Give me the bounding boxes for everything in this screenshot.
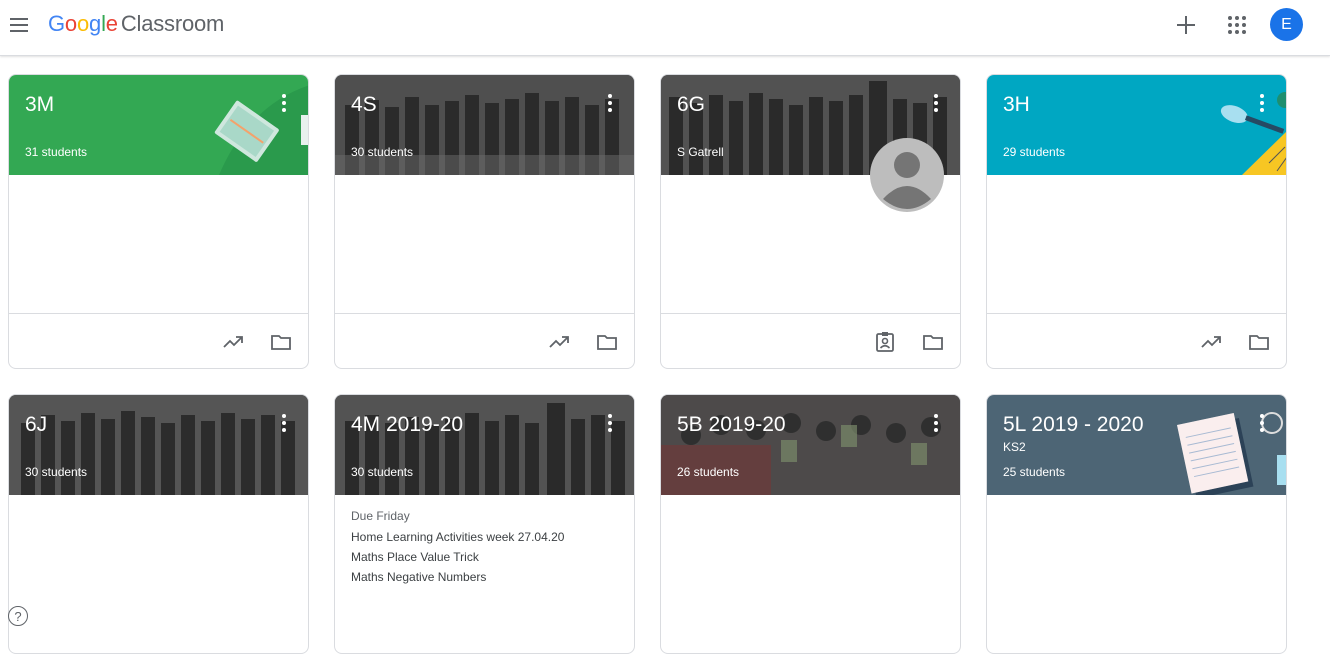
class-title-link[interactable]: 4M 2019-20 bbox=[351, 413, 463, 437]
class-card: 5L 2019 - 2020 KS2 25 students bbox=[986, 394, 1287, 654]
class-options-button[interactable] bbox=[278, 413, 290, 433]
class-teacher-name: S Gatrell bbox=[677, 145, 724, 159]
class-card-body bbox=[335, 175, 634, 313]
class-title-link[interactable]: 4S bbox=[351, 93, 377, 117]
class-student-count: 29 students bbox=[1003, 145, 1066, 159]
class-options-button[interactable] bbox=[1256, 413, 1268, 433]
class-card: 6G S Gatrell bbox=[660, 74, 961, 369]
class-title-link[interactable]: 6J bbox=[25, 413, 47, 437]
google-apps-button[interactable] bbox=[1226, 14, 1248, 36]
books-illustration bbox=[214, 85, 308, 175]
class-title-link[interactable]: 5L 2019 - 2020 bbox=[1003, 413, 1144, 437]
folder-icon[interactable] bbox=[595, 330, 619, 354]
class-options-button[interactable] bbox=[604, 93, 616, 113]
class-card: 4M 2019-20 30 students Due Friday Home L… bbox=[334, 394, 635, 654]
class-card-footer bbox=[661, 313, 960, 368]
class-card-footer bbox=[335, 313, 634, 368]
class-student-count: 30 students bbox=[25, 465, 88, 479]
folder-icon[interactable] bbox=[921, 330, 945, 354]
class-student-count: 25 students bbox=[1003, 465, 1066, 479]
class-card-body: Due Friday Home Learning Activities week… bbox=[335, 495, 634, 633]
account-avatar[interactable]: E bbox=[1270, 8, 1303, 41]
folder-icon[interactable] bbox=[1247, 330, 1271, 354]
class-card-body bbox=[661, 495, 960, 633]
class-card-header[interactable]: 3H 29 students bbox=[987, 75, 1286, 175]
due-date-label: Due Friday bbox=[351, 509, 410, 523]
class-photo-image bbox=[335, 75, 634, 175]
class-card-header[interactable]: 6J 30 students bbox=[9, 395, 308, 495]
trending-up-icon[interactable] bbox=[547, 330, 571, 354]
menu-icon-line bbox=[10, 24, 28, 26]
assignment-link[interactable]: Maths Place Value Trick bbox=[351, 550, 479, 564]
assignment-link[interactable]: Home Learning Activities week 27.04.20 bbox=[351, 530, 564, 544]
class-card-body bbox=[9, 175, 308, 313]
product-name: Classroom bbox=[120, 11, 225, 36]
student-work-icon[interactable] bbox=[873, 330, 897, 354]
assignment-link[interactable]: Maths Negative Numbers bbox=[351, 570, 486, 584]
class-title-link[interactable]: 5B 2019-20 bbox=[677, 413, 786, 437]
class-card-body bbox=[9, 495, 308, 633]
class-card-header[interactable]: 4M 2019-20 30 students bbox=[335, 395, 634, 495]
menu-icon-line bbox=[10, 30, 28, 32]
class-card-footer bbox=[9, 313, 308, 368]
class-student-count: 31 students bbox=[25, 145, 88, 159]
main-menu-button[interactable] bbox=[8, 12, 34, 38]
class-options-button[interactable] bbox=[930, 93, 942, 113]
class-student-count: 30 students bbox=[351, 465, 414, 479]
top-app-bar: Google Classroom E bbox=[0, 0, 1330, 56]
notebook-illustration bbox=[1177, 412, 1286, 495]
geometry-illustration bbox=[1220, 92, 1286, 175]
class-title-link[interactable]: 3H bbox=[1003, 93, 1030, 117]
help-button[interactable]: ? bbox=[8, 606, 28, 626]
class-photo-image bbox=[661, 395, 960, 495]
class-title-link[interactable]: 3M bbox=[25, 93, 54, 117]
class-title-link[interactable]: 6G bbox=[677, 93, 705, 117]
menu-icon-line bbox=[10, 18, 28, 20]
google-classroom-logo[interactable]: Google Classroom bbox=[48, 11, 224, 37]
apps-grid-icon bbox=[1228, 16, 1246, 34]
class-card-footer bbox=[987, 313, 1286, 368]
folder-icon[interactable] bbox=[269, 330, 293, 354]
create-or-join-class-button[interactable] bbox=[1173, 12, 1199, 38]
class-card-body bbox=[661, 175, 960, 313]
class-card: 4S 30 students bbox=[334, 74, 635, 369]
class-section: KS2 bbox=[1003, 440, 1026, 454]
class-options-button[interactable] bbox=[604, 413, 616, 433]
class-card-body bbox=[987, 175, 1286, 313]
class-options-button[interactable] bbox=[278, 93, 290, 113]
class-card-body bbox=[987, 495, 1286, 633]
class-card: 5B 2019-20 26 students bbox=[660, 394, 961, 654]
class-photo-image bbox=[335, 395, 634, 495]
class-student-count: 26 students bbox=[677, 465, 740, 479]
trending-up-icon[interactable] bbox=[221, 330, 245, 354]
class-card: 3M 31 students bbox=[8, 74, 309, 369]
class-options-button[interactable] bbox=[930, 413, 942, 433]
class-card-header[interactable]: 5L 2019 - 2020 KS2 25 students bbox=[987, 395, 1286, 495]
class-card-header[interactable]: 4S 30 students bbox=[335, 75, 634, 175]
class-options-button[interactable] bbox=[1256, 93, 1268, 113]
class-student-count: 30 students bbox=[351, 145, 414, 159]
class-card-header[interactable]: 5B 2019-20 26 students bbox=[661, 395, 960, 495]
trending-up-icon[interactable] bbox=[1199, 330, 1223, 354]
plus-icon bbox=[1177, 16, 1195, 34]
class-card: 3H 29 students bbox=[986, 74, 1287, 369]
class-photo-image bbox=[9, 395, 308, 495]
class-card: 6J 30 students bbox=[8, 394, 309, 654]
class-card-header[interactable]: 3M 31 students bbox=[9, 75, 308, 175]
